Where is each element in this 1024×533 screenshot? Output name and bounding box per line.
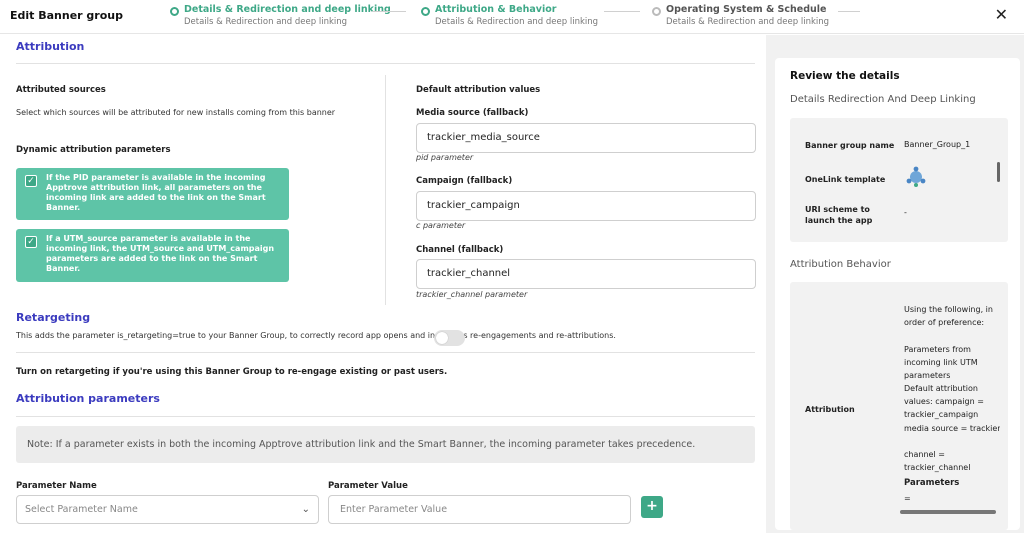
attribution-params-heading: Attribution parameters <box>16 392 160 405</box>
pid-parameter-checkbox[interactable]: ✓ If the PID parameter is available in t… <box>16 168 289 220</box>
channel-label: Channel (fallback) <box>416 245 504 255</box>
add-parameter-button[interactable]: + <box>641 496 663 518</box>
attribution-params-title: Parameters <box>904 478 960 488</box>
retargeting-toggle[interactable] <box>434 330 465 346</box>
review-card: Review the details Details Redirection A… <box>775 58 1020 530</box>
summary-value: - <box>904 208 907 217</box>
attribution-line: Parameters from incoming link UTM parame… <box>904 345 978 380</box>
summary-key: Banner group name <box>805 141 895 150</box>
parameter-name-label: Parameter Name <box>16 481 97 491</box>
attribution-line: channel = trackier_channel <box>904 450 971 472</box>
summary-key: URI scheme to launch the app <box>805 205 873 225</box>
precedence-note: Note: If a parameter exists in both the … <box>16 426 755 463</box>
review-panel: Review the details Details Redirection A… <box>766 35 1024 533</box>
media-source-input[interactable]: trackier_media_source <box>416 123 756 153</box>
summary-key: OneLink template <box>805 175 886 184</box>
step-connector <box>604 11 640 12</box>
checkmark-icon: ✓ <box>25 236 37 248</box>
review-section-behavior: Attribution Behavior <box>790 259 891 270</box>
summary-key: Attribution <box>805 405 855 414</box>
main-form: Attribution Attributed sources Select wh… <box>0 35 766 533</box>
divider <box>16 63 755 64</box>
retargeting-heading: Retargeting <box>16 311 91 324</box>
checkbox-label: If the PID parameter is available in the… <box>46 173 266 212</box>
step-subtitle: Details & Redirection and deep linking <box>435 17 599 27</box>
column-divider <box>385 75 386 305</box>
attribution-heading: Attribution <box>16 40 85 53</box>
campaign-hint: c parameter <box>416 221 466 230</box>
media-source-label: Media source (fallback) <box>416 108 529 118</box>
parameter-value-label: Parameter Value <box>328 481 408 491</box>
retargeting-toggle-label: Turn on retargeting if you're using this… <box>16 367 448 377</box>
chevron-down-icon: ⌄ <box>301 504 310 515</box>
modal-title: Edit Banner group <box>10 9 123 22</box>
step-indicator-icon <box>652 7 661 16</box>
select-placeholder: Select Parameter Name <box>25 504 138 515</box>
attribution-summary: Attribution Using the following, in orde… <box>790 282 1008 530</box>
checkmark-icon: ✓ <box>25 175 37 187</box>
review-title: Review the details <box>790 70 900 82</box>
step-indicator-icon <box>170 7 179 16</box>
divider <box>16 416 755 417</box>
channel-input[interactable]: trackier_channel <box>416 259 756 289</box>
step-connector <box>372 11 406 12</box>
dynamic-params-label: Dynamic attribution parameters <box>16 145 171 155</box>
parameter-name-select[interactable]: Select Parameter Name ⌄ <box>16 495 319 524</box>
details-summary: Banner group name Banner_Group_1 OneLink… <box>790 118 1008 242</box>
onelink-globe-icon <box>904 165 928 193</box>
retargeting-desc: This adds the parameter is_retargeting=t… <box>16 331 616 340</box>
divider <box>16 352 755 353</box>
scrollbar[interactable] <box>900 510 996 514</box>
attribution-line: media source = trackier_media_source <box>904 424 1000 433</box>
campaign-label: Campaign (fallback) <box>416 176 513 186</box>
summary-value: Banner_Group_1 <box>904 140 971 149</box>
step-indicator-icon <box>421 7 430 16</box>
channel-hint: trackier_channel parameter <box>416 290 528 299</box>
checkbox-label: If a UTM_source parameter is available i… <box>46 234 275 273</box>
step-connector <box>838 11 860 12</box>
media-source-hint: pid parameter <box>416 153 474 162</box>
attribution-line: Default attribution values: campaign = t… <box>904 384 984 419</box>
parameter-value-input[interactable]: Enter Parameter Value <box>328 495 631 524</box>
attributed-sources-desc: Select which sources will be attributed … <box>16 108 336 117</box>
campaign-input[interactable]: trackier_campaign <box>416 191 756 221</box>
step-title: Attribution & Behavior <box>435 4 557 15</box>
attribution-line: Using the following, in order of prefere… <box>904 305 993 327</box>
step-subtitle: Details & Redirection and deep linking <box>666 17 830 27</box>
step-title: Details & Redirection and deep linking <box>184 4 391 15</box>
scrollbar[interactable] <box>997 162 1000 182</box>
toggle-knob <box>436 332 448 344</box>
step-subtitle: Details & Redirection and deep linking <box>184 17 348 27</box>
attributed-sources-label: Attributed sources <box>16 85 106 95</box>
utm-source-checkbox[interactable]: ✓ If a UTM_source parameter is available… <box>16 229 289 282</box>
review-section-details: Details Redirection And Deep Linking <box>790 94 976 105</box>
default-values-label: Default attribution values <box>416 85 541 95</box>
attribution-params-value: = <box>904 494 911 503</box>
close-icon[interactable]: ✕ <box>995 5 1008 24</box>
step-title: Operating System & Schedule <box>666 4 827 15</box>
modal-header: Edit Banner group Details & Redirection … <box>0 0 1024 34</box>
